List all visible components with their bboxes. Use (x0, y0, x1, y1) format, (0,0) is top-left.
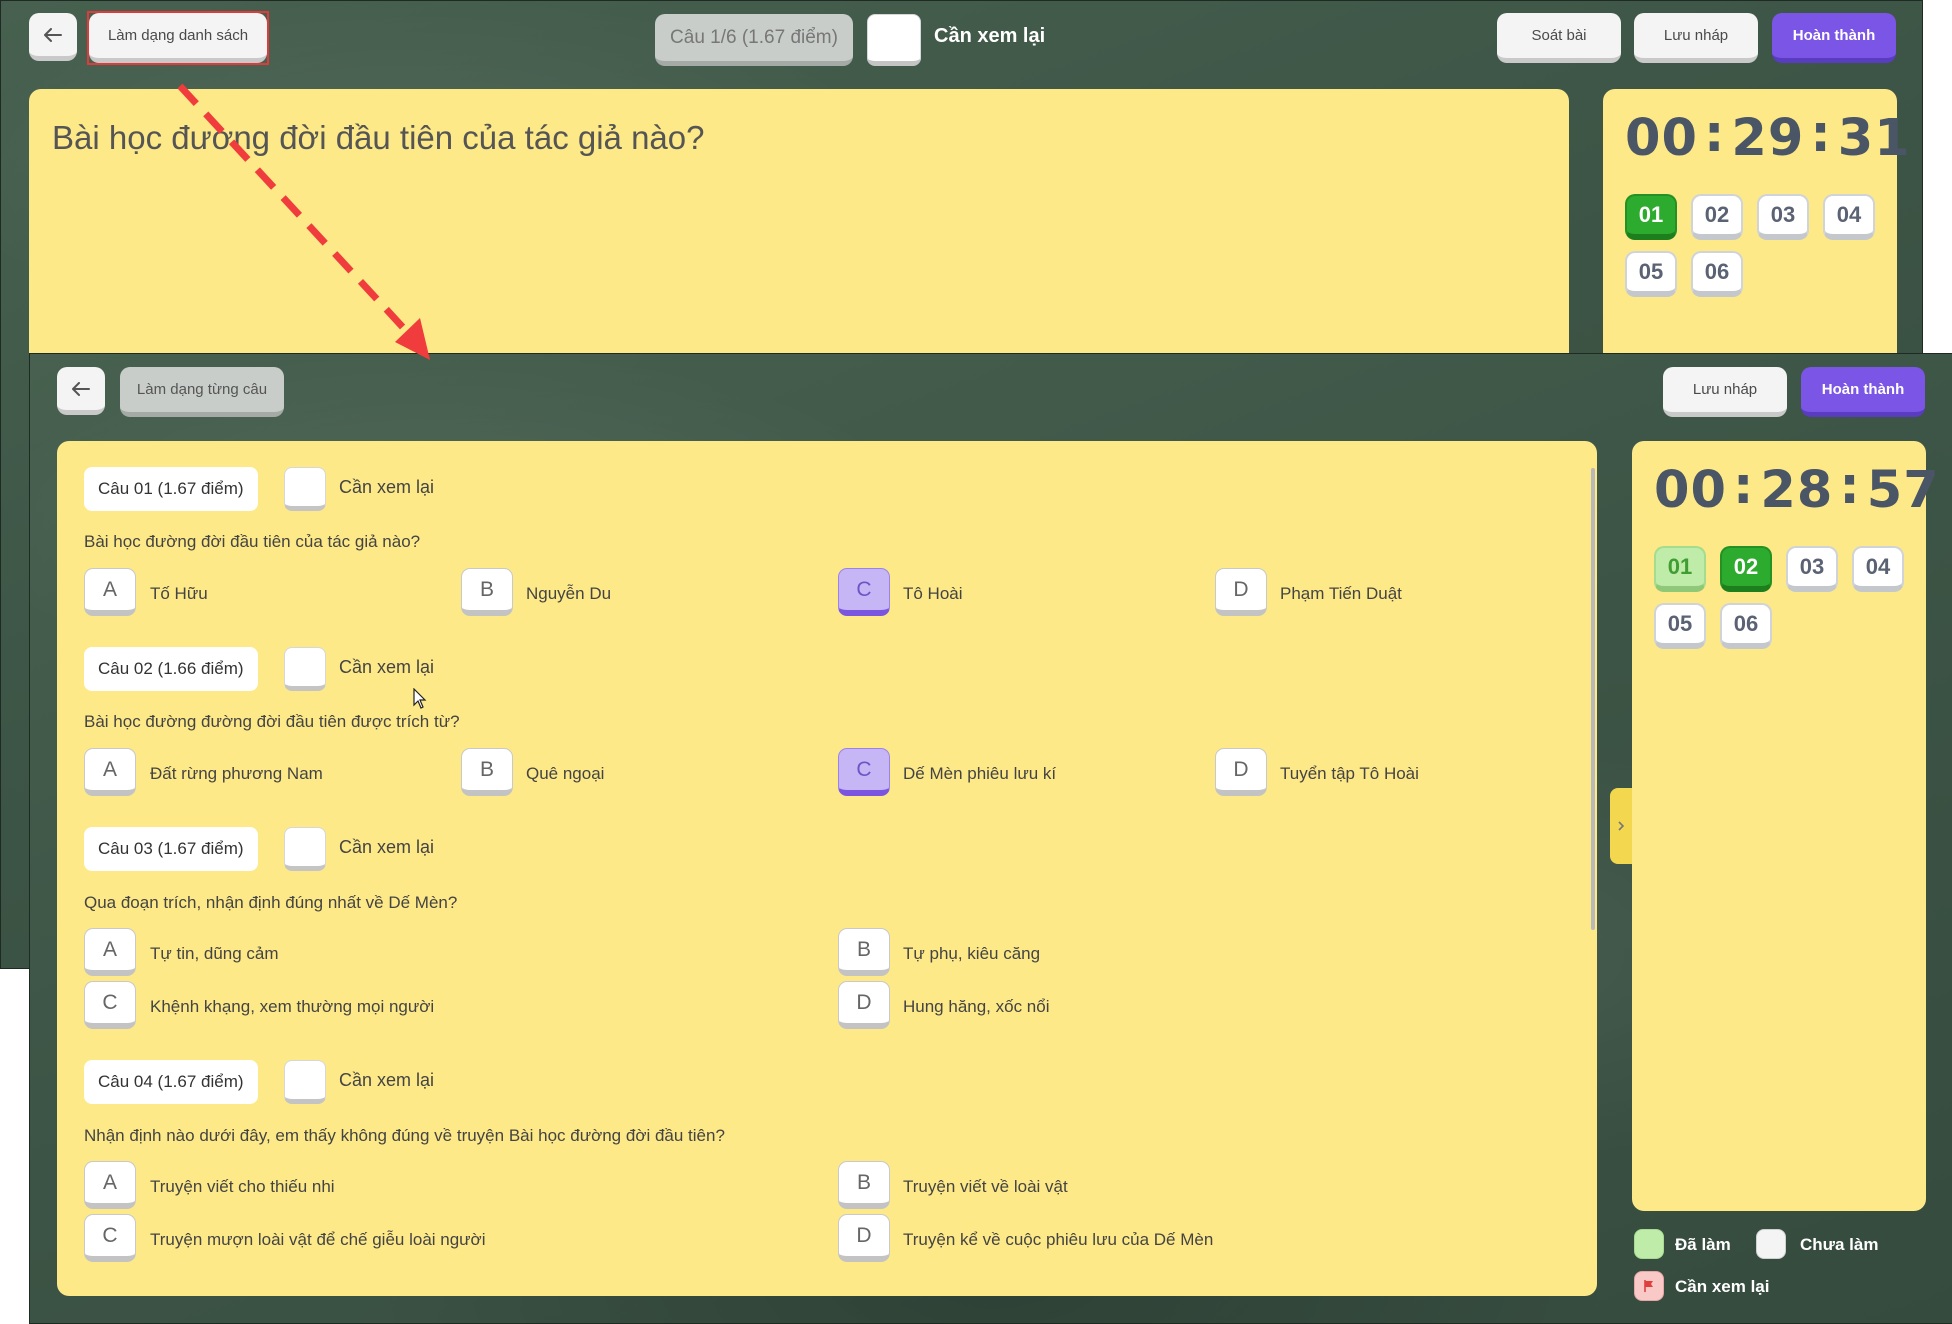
mouse-cursor-icon (413, 688, 427, 709)
annotation-arrow-icon (177, 83, 430, 360)
